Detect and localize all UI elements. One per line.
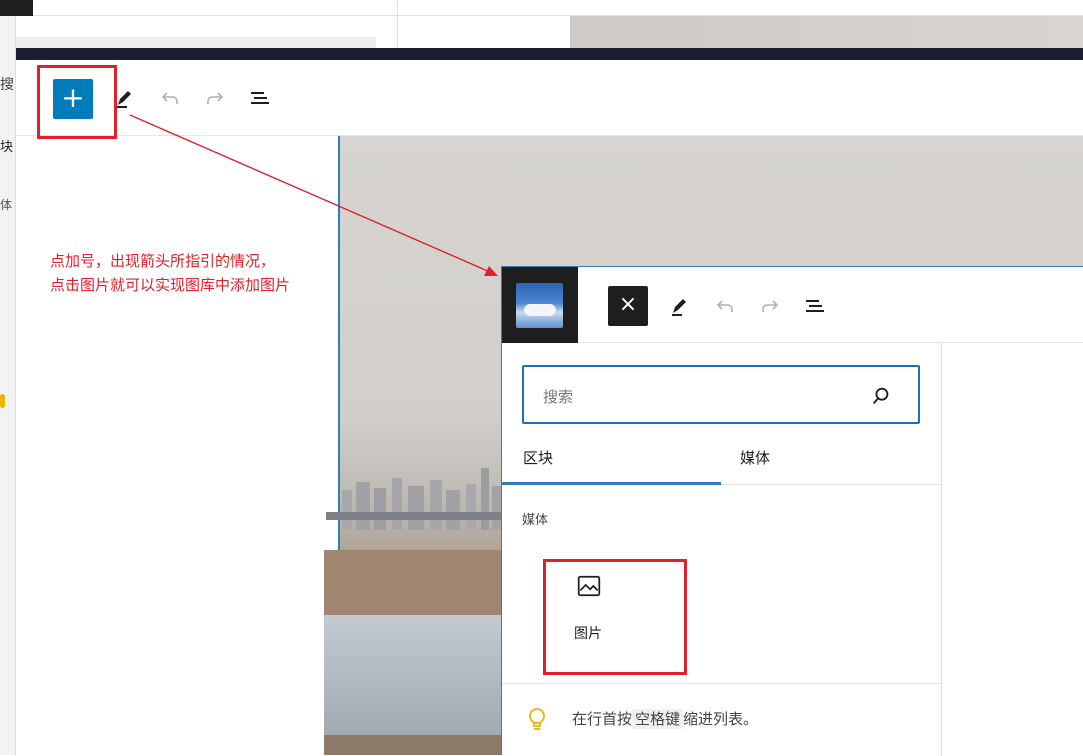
background-block-fragment: 块 (0, 140, 14, 155)
document-overview-icon[interactable] (803, 294, 827, 318)
tip-before: 在行首按 (572, 710, 633, 728)
annotation-text: 点加号，出现箭头所指引的情况， 点击图片就可以实现图库中添加图片 (50, 249, 290, 297)
document-overview-icon[interactable] (248, 86, 272, 110)
block-thumbnail[interactable] (502, 267, 578, 343)
photo-skyline (326, 468, 506, 530)
background-divider (397, 0, 398, 48)
photo-water (324, 615, 504, 745)
search-placeholder: 搜索 (543, 388, 574, 406)
annotation-line-2: 点击图片就可以实现图库中添加图片 (50, 276, 291, 294)
annotation-line-1: 点加号，出现箭头所指引的情况， (50, 252, 276, 270)
highlight-image-item (543, 559, 687, 675)
undo-icon[interactable] (713, 294, 737, 318)
search-icon[interactable] (870, 385, 892, 407)
lightbulb-icon (529, 708, 545, 730)
pencil-icon[interactable] (668, 294, 692, 318)
photo-riverbank (324, 550, 504, 620)
category-heading: 媒体 (522, 513, 549, 528)
search-input[interactable]: 搜索 (522, 365, 920, 424)
block-inserter-window: × 搜索 区块 媒体 媒体 图片 在行首按 空格键 缩进列表。 (501, 266, 1083, 756)
redo-icon[interactable] (203, 86, 227, 110)
background-media-fragment: 体 (0, 198, 13, 212)
redo-icon[interactable] (758, 294, 782, 318)
undo-icon[interactable] (158, 86, 182, 110)
background-top-strip (0, 0, 1083, 16)
photo-shore (324, 735, 504, 755)
inserter-panel-divider (941, 343, 942, 756)
highlight-add-button (37, 65, 117, 139)
background-tip-icon (0, 394, 5, 408)
tip-text: 在行首按 空格键 缩进列表。 (572, 708, 758, 729)
close-inserter-button[interactable]: × (608, 286, 648, 326)
background-photo-strip (570, 16, 1083, 50)
tip-key: 空格键 (632, 709, 684, 729)
background-left-panel: 搜 块 体 (0, 16, 16, 755)
tip-after: 缩进列表。 (683, 710, 759, 728)
tab-media[interactable]: 媒体 (740, 447, 770, 468)
editor-top-bar (16, 48, 1083, 60)
active-tab-indicator (502, 482, 721, 485)
editor-toolbar: + (16, 60, 1083, 136)
tip-divider (502, 683, 941, 684)
background-dark-corner (0, 0, 33, 16)
background-search-fragment: 搜 (0, 77, 14, 93)
inserter-toolbar (578, 267, 1083, 343)
tab-blocks[interactable]: 区块 (523, 447, 553, 468)
thumbnail-cloud (524, 304, 556, 316)
